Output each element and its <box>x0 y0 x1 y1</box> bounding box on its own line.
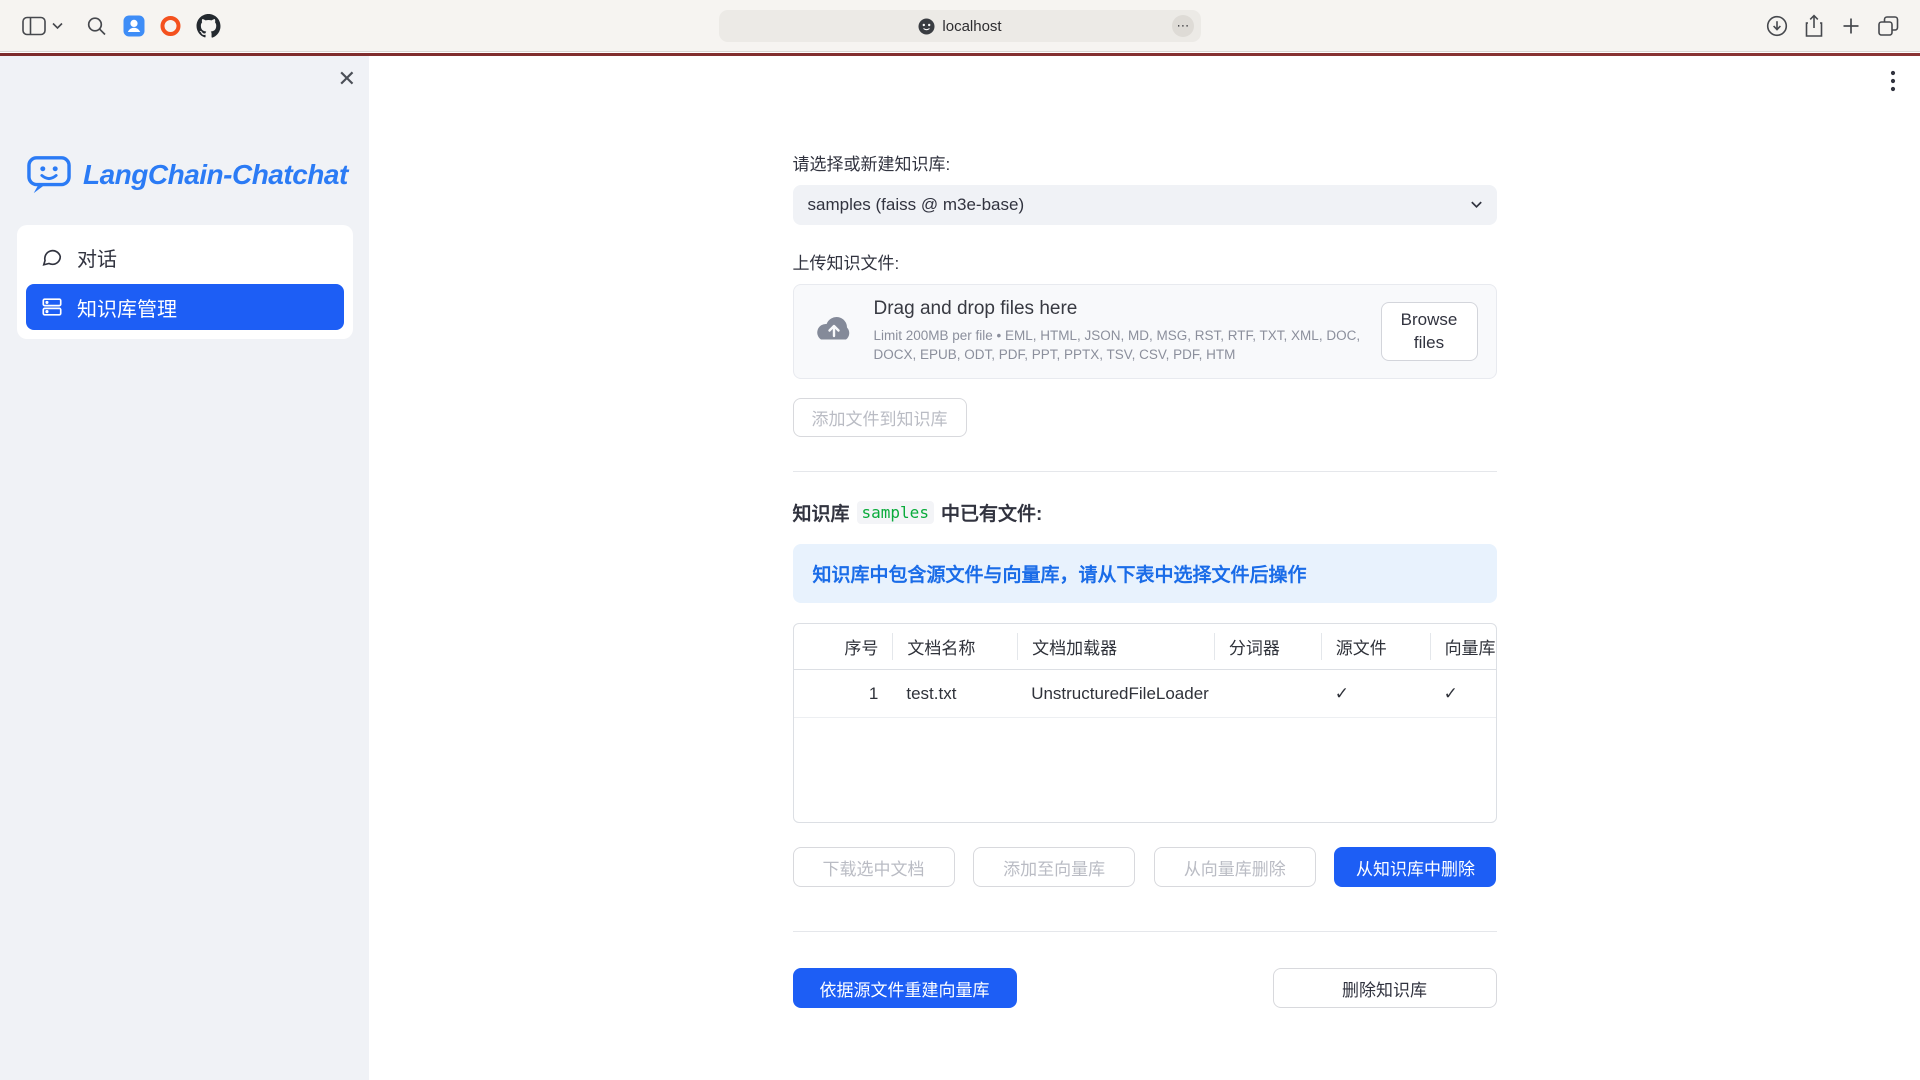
th-vector-store: 向量库 <box>1430 633 1496 660</box>
kb-name-code: samples <box>857 501 934 524</box>
th-loader: 文档加载器 <box>1017 633 1214 660</box>
app-menu-kebab-icon[interactable] <box>1884 68 1902 99</box>
row-actions: 下载选中文档 添加至向量库 从向量库删除 从知识库中删除 <box>793 847 1497 887</box>
app-logo: LangChain-Chatchat <box>26 154 348 196</box>
address-url: localhost <box>942 18 1001 35</box>
kb-management-content: 请选择或新建知识库: samples (faiss @ m3e-base) 上传… <box>793 56 1497 1008</box>
sidebar-item-label: 知识库管理 <box>77 293 177 322</box>
pinned-app-blue-icon[interactable] <box>123 15 145 37</box>
sidebar-item-kb-management[interactable]: 知识库管理 <box>26 284 344 330</box>
th-splitter: 分词器 <box>1214 633 1321 660</box>
dropzone-limit-text: Limit 200MB per file • EML, HTML, JSON, … <box>874 327 1367 365</box>
browse-files-button[interactable]: Browse files <box>1381 302 1478 360</box>
browser-toolbar: localhost ⋯ <box>0 0 1920 52</box>
sidebar-menu: 对话 知识库管理 <box>17 225 353 339</box>
kb-line-suffix: 中已有文件: <box>941 499 1042 526</box>
kb-line-prefix: 知识库 <box>793 499 850 526</box>
remove-from-vector-store-button[interactable]: 从向量库删除 <box>1154 847 1316 887</box>
address-bar[interactable]: localhost ⋯ <box>719 10 1201 42</box>
sidebar-toggle-icon[interactable] <box>22 16 46 35</box>
app-page: ✕ LangChain-Chatchat 对话 <box>0 56 1920 1080</box>
kb-existing-files-line: 知识库 samples 中已有文件: <box>793 499 1497 526</box>
kb-selectbox[interactable]: samples (faiss @ m3e-base) <box>793 185 1497 225</box>
dropzone-instructions: Drag and drop files here Limit 200MB per… <box>874 298 1381 365</box>
new-tab-icon[interactable] <box>1841 16 1861 36</box>
kb-selectbox-value: samples (faiss @ m3e-base) <box>808 195 1025 215</box>
sidebar-item-chat[interactable]: 对话 <box>26 234 344 280</box>
cell-loader: UnstructuredFileLoader <box>1017 684 1214 704</box>
github-icon[interactable] <box>196 13 221 38</box>
table-header-row: 序号 文档名称 文档加载器 分词器 源文件 向量库 <box>794 624 1496 670</box>
cloud-upload-icon <box>812 313 856 351</box>
logo-text: LangChain-Chatchat <box>83 159 348 191</box>
cell-source-check: ✓ <box>1321 684 1430 704</box>
rebuild-vector-store-button[interactable]: 依据源文件重建向量库 <box>793 968 1017 1008</box>
sidebar-close-icon[interactable]: ✕ <box>338 68 356 90</box>
tab-overview-icon[interactable] <box>1877 15 1900 37</box>
kb-files-table: 序号 文档名称 文档加载器 分词器 源文件 向量库 1 test.txt Uns… <box>793 623 1497 823</box>
info-banner: 知识库中包含源文件与向量库，请从下表中选择文件后操作 <box>793 544 1497 603</box>
page-settings-icon[interactable]: ⋯ <box>1172 15 1194 37</box>
chat-bubble-icon <box>41 246 63 268</box>
kb-select-label: 请选择或新建知识库: <box>793 150 1497 175</box>
download-selected-button[interactable]: 下载选中文档 <box>793 847 955 887</box>
divider <box>793 931 1497 932</box>
share-icon[interactable] <box>1804 14 1824 38</box>
streamlit-decoration-bar <box>0 53 1920 56</box>
chevron-down-icon <box>1469 197 1484 217</box>
delete-from-kb-button[interactable]: 从知识库中删除 <box>1334 847 1496 887</box>
search-icon[interactable] <box>86 15 107 36</box>
logo-chat-icon <box>26 154 72 196</box>
add-to-vector-store-button[interactable]: 添加至向量库 <box>973 847 1135 887</box>
sidebar-item-label: 对话 <box>77 243 117 272</box>
sidebar: ✕ LangChain-Chatchat 对话 <box>0 56 369 1080</box>
file-dropzone[interactable]: Drag and drop files here Limit 200MB per… <box>793 284 1497 379</box>
dropzone-title: Drag and drop files here <box>874 298 1367 320</box>
site-favicon <box>918 18 935 35</box>
kb-bottom-actions: 依据源文件重建向量库 删除知识库 <box>793 968 1497 1008</box>
th-filename: 文档名称 <box>892 633 1017 660</box>
table-row[interactable]: 1 test.txt UnstructuredFileLoader ✓ ✓ <box>794 670 1496 718</box>
th-source-file: 源文件 <box>1321 633 1430 660</box>
delete-kb-button[interactable]: 删除知识库 <box>1273 968 1497 1008</box>
chevron-down-icon[interactable] <box>52 22 63 29</box>
main-area: 请选择或新建知识库: samples (faiss @ m3e-base) 上传… <box>369 56 1920 1080</box>
add-files-to-kb-button[interactable]: 添加文件到知识库 <box>793 398 967 437</box>
pinned-app-orange-icon[interactable] <box>160 15 181 36</box>
downloads-icon[interactable] <box>1766 15 1788 37</box>
cell-index: 1 <box>794 684 893 704</box>
cell-filename: test.txt <box>892 684 1017 704</box>
cell-vector-check: ✓ <box>1430 684 1496 704</box>
database-icon <box>41 296 63 318</box>
divider <box>793 471 1497 472</box>
th-index: 序号 <box>794 634 893 659</box>
upload-label: 上传知识文件: <box>793 249 1497 274</box>
